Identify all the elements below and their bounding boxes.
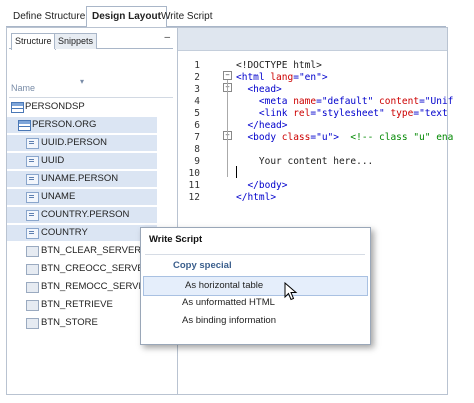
line-number: 9 — [194, 156, 200, 167]
line-number: 10 — [188, 168, 200, 179]
tab-define-structure[interactable]: Define Structure — [8, 8, 90, 25]
line-number: 11 — [188, 180, 200, 191]
menu-item-as-binding-information[interactable]: As binding information — [141, 312, 370, 330]
column-header-name[interactable]: Name — [11, 83, 35, 93]
tree-item-label: BTN_REMOCC_SERVER — [41, 281, 152, 292]
menu-item-as-unformatted-html[interactable]: As unformatted HTML — [141, 294, 370, 312]
menu-item-label: As binding information — [182, 315, 276, 326]
tab-structure[interactable]: Structure — [11, 33, 56, 50]
tree-item-label: PERSON.ORG — [32, 119, 97, 130]
tree-item-label: UNAME — [41, 191, 76, 202]
code-line-4: <meta name="default" content="Unif — [236, 96, 454, 107]
line-number: 12 — [188, 192, 200, 203]
button-icon — [26, 246, 39, 257]
line-number: 6 — [194, 120, 200, 131]
header-divider — [9, 97, 173, 98]
menu-item-as-horizontal-table[interactable]: As horizontal table — [143, 276, 368, 296]
field-icon — [26, 192, 39, 203]
button-icon — [26, 264, 39, 275]
tree-item-label: BTN_RETRIEVE — [41, 299, 113, 310]
menu-item-label: As unformatted HTML — [182, 297, 275, 308]
tree-item-uuid[interactable]: UUID — [7, 153, 157, 169]
editor-header — [178, 28, 447, 51]
button-icon — [26, 318, 39, 329]
line-number: 7 — [194, 132, 200, 143]
field-icon — [26, 228, 39, 239]
fold-toggle-html-icon[interactable]: − — [223, 71, 232, 80]
tree-item-label: COUNTRY — [41, 227, 88, 238]
context-menu: Write Script Copy special As horizontal … — [140, 227, 371, 345]
code-line-12: </html> — [236, 192, 277, 203]
panel-tab-bar: Structure Snippets – — [9, 32, 173, 50]
tree-item-label: BTN_CLEAR_SERVER — [41, 245, 142, 256]
line-number: 1 — [194, 60, 200, 71]
code-line-1: <!DOCTYPE html> — [236, 60, 322, 71]
tree-item-label: BTN_CREOCC_SERVER — [41, 263, 151, 274]
tree-item-label: COUNTRY.PERSON — [41, 209, 130, 220]
field-icon — [26, 210, 39, 221]
code-line-5: <link rel="stylesheet" type="text — [236, 108, 448, 119]
tab-snippets[interactable]: Snippets — [54, 33, 98, 49]
tab-write-script[interactable]: Write Script — [156, 8, 218, 25]
tree-item-label: UUID — [41, 155, 65, 166]
line-number: 4 — [194, 96, 200, 107]
tree-item-label: PERSONDSP — [25, 101, 85, 112]
top-tab-bar: Define Structure Design Layout Write Scr… — [6, 4, 446, 28]
field-icon — [26, 138, 39, 149]
tree-item-person-org[interactable]: PERSON.ORG — [7, 117, 157, 133]
line-number: 2 — [194, 72, 200, 83]
tree-item-label: UUID.PERSON — [41, 137, 107, 148]
menu-item-label: As horizontal table — [185, 280, 264, 291]
code-line-7: <body class="u"> <!-- class "u" ena — [236, 132, 454, 143]
menu-separator — [145, 254, 365, 255]
mouse-pointer-icon — [284, 282, 298, 301]
code-line-6: </head> — [236, 120, 288, 131]
sort-indicator-icon: ▾ — [80, 77, 85, 86]
tree-item-uuid-person[interactable]: UUID.PERSON — [7, 135, 157, 151]
line-number: 3 — [194, 84, 200, 95]
table-icon — [11, 102, 24, 113]
table-icon — [18, 120, 31, 131]
code-line-2: <html lang="en"> — [236, 72, 328, 83]
line-number: 8 — [194, 144, 200, 155]
menu-item-write-script[interactable]: Write Script — [149, 234, 202, 245]
field-icon — [26, 174, 39, 185]
tab-design-layout[interactable]: Design Layout — [86, 6, 167, 28]
text-caret — [236, 166, 237, 178]
line-number: 5 — [194, 108, 200, 119]
code-line-9: Your content here... — [236, 156, 374, 167]
tree-item-persondsp[interactable]: PERSONDSP — [7, 99, 175, 115]
button-icon — [26, 282, 39, 293]
code-line-3: <head> — [236, 84, 282, 95]
tree-item-country-person[interactable]: COUNTRY.PERSON — [7, 207, 157, 223]
field-icon — [26, 156, 39, 167]
tree-item-uname[interactable]: UNAME — [7, 189, 157, 205]
tree-item-label: UNAME.PERSON — [41, 173, 119, 184]
tree-item-label: BTN_STORE — [41, 317, 98, 328]
menu-group-copy-special: Copy special — [173, 260, 232, 271]
code-line-11: </body> — [236, 180, 288, 191]
button-icon — [26, 300, 39, 311]
tree-item-uname-person[interactable]: UNAME.PERSON — [7, 171, 157, 187]
tree-item-country[interactable]: COUNTRY — [7, 225, 157, 241]
fold-guide — [227, 80, 228, 177]
pin-icon[interactable]: – — [164, 32, 170, 43]
